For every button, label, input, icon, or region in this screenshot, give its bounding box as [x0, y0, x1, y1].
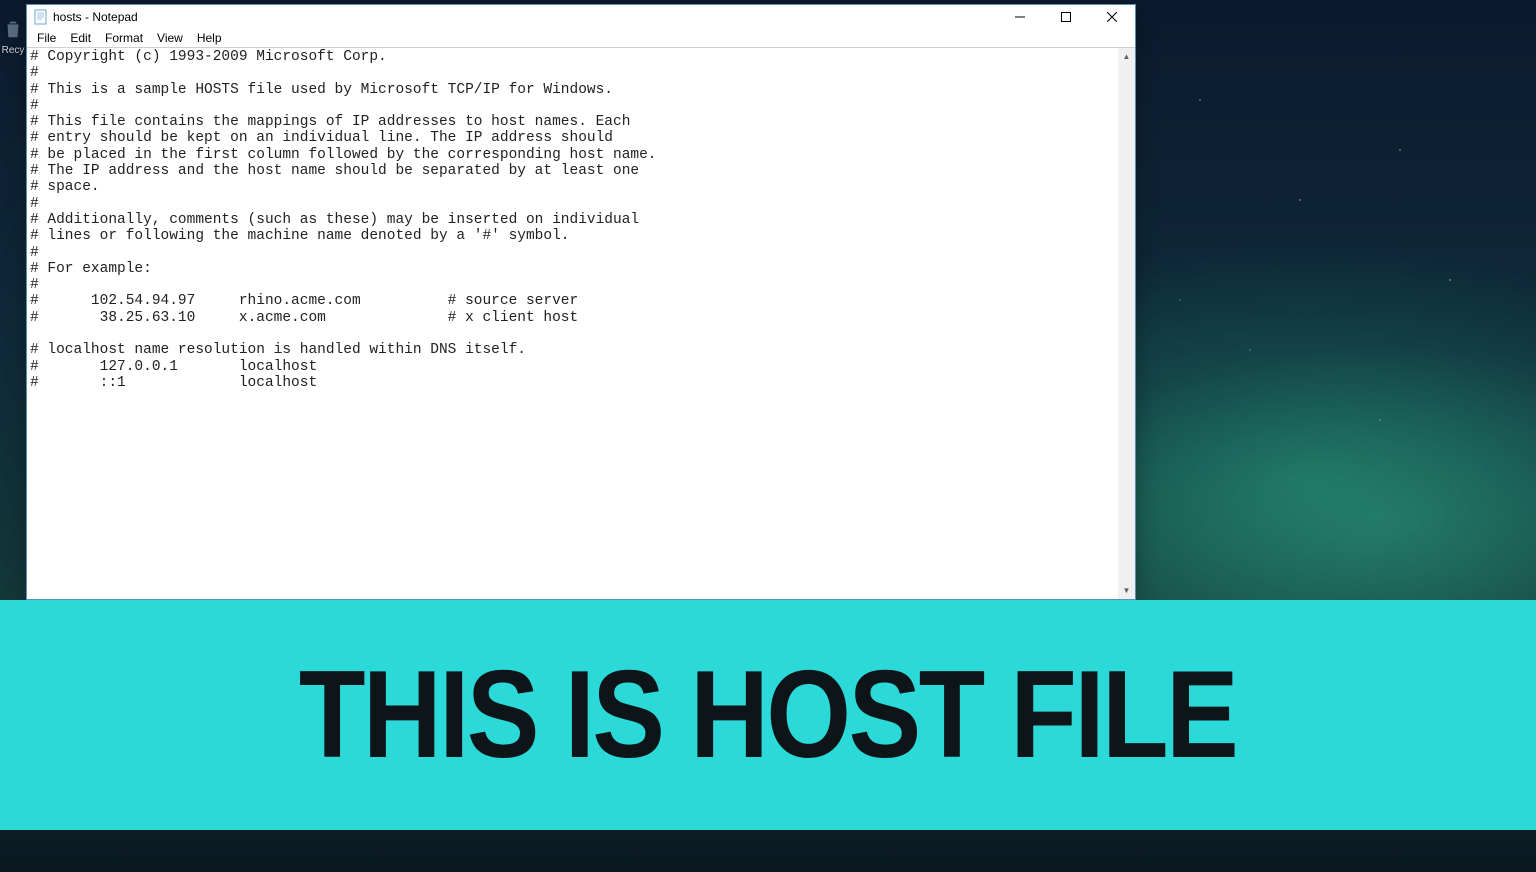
maximize-icon [1061, 12, 1071, 22]
banner-text: THIS IS HOST FILE [299, 644, 1236, 786]
minimize-icon [1015, 12, 1025, 22]
minimize-button[interactable] [997, 5, 1043, 28]
titlebar[interactable]: hosts - Notepad [27, 5, 1135, 28]
menu-help[interactable]: Help [190, 29, 229, 47]
menu-file[interactable]: File [30, 29, 63, 47]
recycle-bin-icon [2, 18, 24, 40]
scroll-down-arrow-icon[interactable]: ▼ [1118, 582, 1135, 599]
scroll-up-arrow-icon[interactable]: ▲ [1118, 48, 1135, 65]
menu-edit[interactable]: Edit [63, 29, 98, 47]
vertical-scrollbar[interactable]: ▲ ▼ [1118, 48, 1135, 599]
menu-format[interactable]: Format [98, 29, 150, 47]
menu-view[interactable]: View [150, 29, 190, 47]
close-icon [1107, 12, 1117, 22]
notepad-window: hosts - Notepad File Edit Format View He… [26, 4, 1136, 600]
recycle-bin-label: Recy [0, 45, 26, 56]
notepad-app-icon [33, 9, 49, 25]
close-button[interactable] [1089, 5, 1135, 28]
menubar: File Edit Format View Help [27, 28, 1135, 48]
overlay-banner: THIS IS HOST FILE [0, 600, 1536, 830]
maximize-button[interactable] [1043, 5, 1089, 28]
window-controls [997, 5, 1135, 28]
text-area-container: # Copyright (c) 1993-2009 Microsoft Corp… [27, 48, 1135, 599]
window-title: hosts - Notepad [53, 10, 138, 24]
recycle-bin-desktop-icon[interactable]: Recy [0, 18, 26, 56]
text-editor-area[interactable]: # Copyright (c) 1993-2009 Microsoft Corp… [27, 48, 1118, 599]
